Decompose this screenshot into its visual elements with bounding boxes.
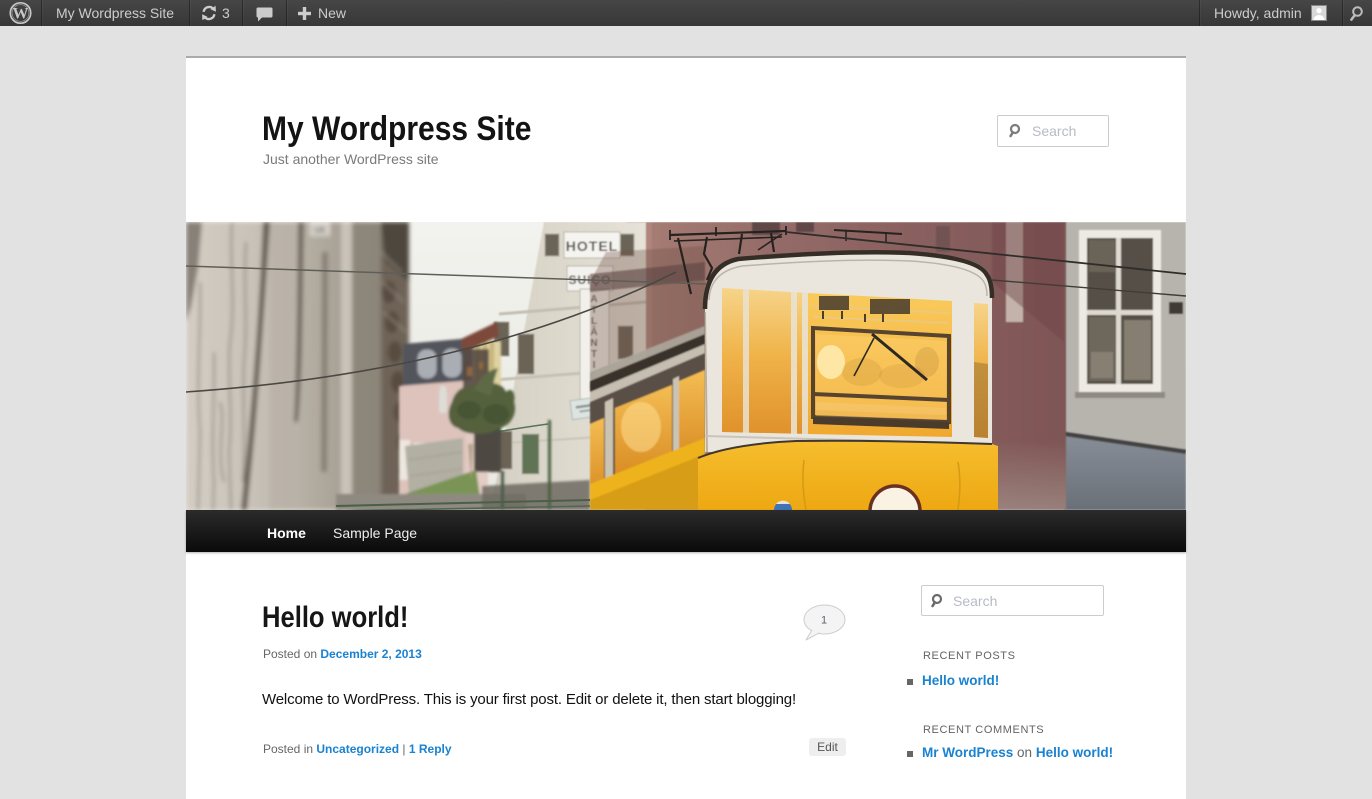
svg-text:HOTEL: HOTEL [566,238,618,254]
svg-text:1: 1 [821,615,827,627]
svg-text:UE: UE [314,225,327,235]
svg-text:W: W [13,6,29,23]
